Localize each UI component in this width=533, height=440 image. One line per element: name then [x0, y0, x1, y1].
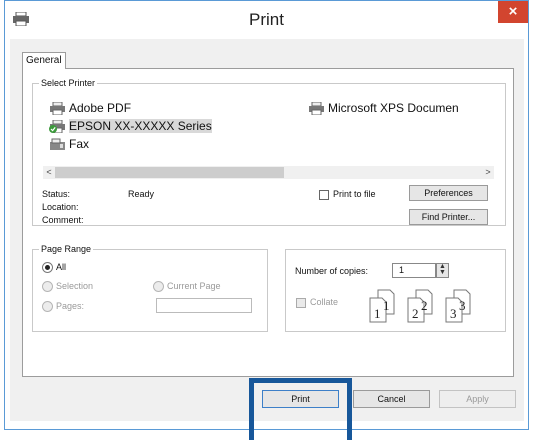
printer-list-scrollbar[interactable]: < >: [43, 166, 494, 179]
selection-label[interactable]: Selection: [56, 280, 93, 292]
print-to-file-checkbox[interactable]: [319, 190, 329, 200]
close-button[interactable]: ×: [498, 1, 528, 23]
printer-list[interactable]: Adobe PDF Microsoft XPS Documen EPSON XX…: [43, 95, 503, 163]
print-button-highlight: [249, 378, 352, 440]
all-label[interactable]: All: [56, 261, 66, 273]
printer-icon: [309, 101, 324, 115]
collate-pages-icon: 1 1 2 2 3 3: [369, 289, 471, 323]
comment-label: Comment:: [42, 215, 84, 225]
general-panel: Select Printer Adobe PDF Microsoft XPS D…: [22, 68, 514, 377]
title-bar: Print ×: [5, 1, 528, 39]
apply-button[interactable]: Apply: [439, 390, 516, 408]
print-to-file-label[interactable]: Print to file: [333, 188, 376, 200]
printer-item-adobe-pdf[interactable]: Adobe PDF: [49, 100, 131, 116]
collate-page-number: 2: [421, 298, 428, 313]
collate-checkbox[interactable]: [296, 298, 306, 308]
pages-radio[interactable]: [42, 301, 53, 312]
preferences-button[interactable]: Preferences: [409, 185, 488, 201]
copies-group: Number of copies: 1 ▲ ▼ Collate 1 1 2 2 …: [285, 249, 506, 332]
collate-page-number: 3: [450, 306, 457, 321]
collate-page-number: 2: [412, 306, 419, 321]
printer-icon: [50, 101, 65, 115]
scroll-left-icon[interactable]: <: [43, 166, 55, 179]
selection-radio[interactable]: [42, 281, 53, 292]
fax-icon: [50, 138, 65, 150]
print-dialog: Print × General Select Printer Adobe PDF: [4, 0, 529, 430]
tab-general[interactable]: General: [22, 52, 66, 69]
collate-page-number: 3: [459, 298, 466, 313]
current-page-label[interactable]: Current Page: [167, 280, 221, 292]
collate-page-number: 1: [374, 306, 381, 321]
printer-checked-icon: [49, 119, 65, 133]
printer-item-epson[interactable]: EPSON XX-XXXXX Series: [49, 118, 212, 134]
printer-name: Adobe PDF: [69, 101, 132, 115]
printer-item-microsoft-xps[interactable]: Microsoft XPS Documen: [308, 100, 459, 116]
collate-label[interactable]: Collate: [310, 296, 338, 308]
cancel-button[interactable]: Cancel: [353, 390, 430, 408]
select-printer-group: Select Printer Adobe PDF Microsoft XPS D…: [32, 77, 506, 226]
copies-spinner[interactable]: ▲ ▼: [436, 263, 449, 278]
printer-name: Fax: [69, 137, 90, 151]
all-radio[interactable]: [42, 262, 53, 273]
select-printer-label: Select Printer: [39, 77, 98, 89]
pages-input[interactable]: [156, 298, 252, 313]
close-icon: ×: [508, 3, 518, 20]
printer-item-fax[interactable]: Fax: [49, 136, 89, 152]
copies-input[interactable]: 1: [392, 263, 436, 278]
pages-label[interactable]: Pages:: [56, 300, 84, 312]
dialog-content: General Select Printer Adobe PDF Microso…: [10, 39, 524, 421]
dialog-title: Print: [249, 10, 284, 29]
page-range-label: Page Range: [39, 243, 94, 255]
printer-name: EPSON XX-XXXXX Series: [69, 119, 212, 133]
page-range-group: Page Range All Selection Current Page Pa…: [32, 243, 268, 332]
printer-name: Microsoft XPS Documen: [328, 101, 459, 115]
location-label: Location:: [42, 202, 79, 212]
status-label: Status:: [42, 189, 71, 199]
current-page-radio[interactable]: [153, 281, 164, 292]
status-value: Ready: [128, 189, 155, 199]
scroll-thumb[interactable]: [55, 167, 284, 178]
chevron-down-icon[interactable]: ▼: [437, 269, 448, 276]
scroll-right-icon[interactable]: >: [482, 166, 494, 179]
number-of-copies-label: Number of copies:: [295, 266, 369, 276]
find-printer-button[interactable]: Find Printer...: [409, 209, 488, 225]
collate-page-number: 1: [383, 298, 390, 313]
